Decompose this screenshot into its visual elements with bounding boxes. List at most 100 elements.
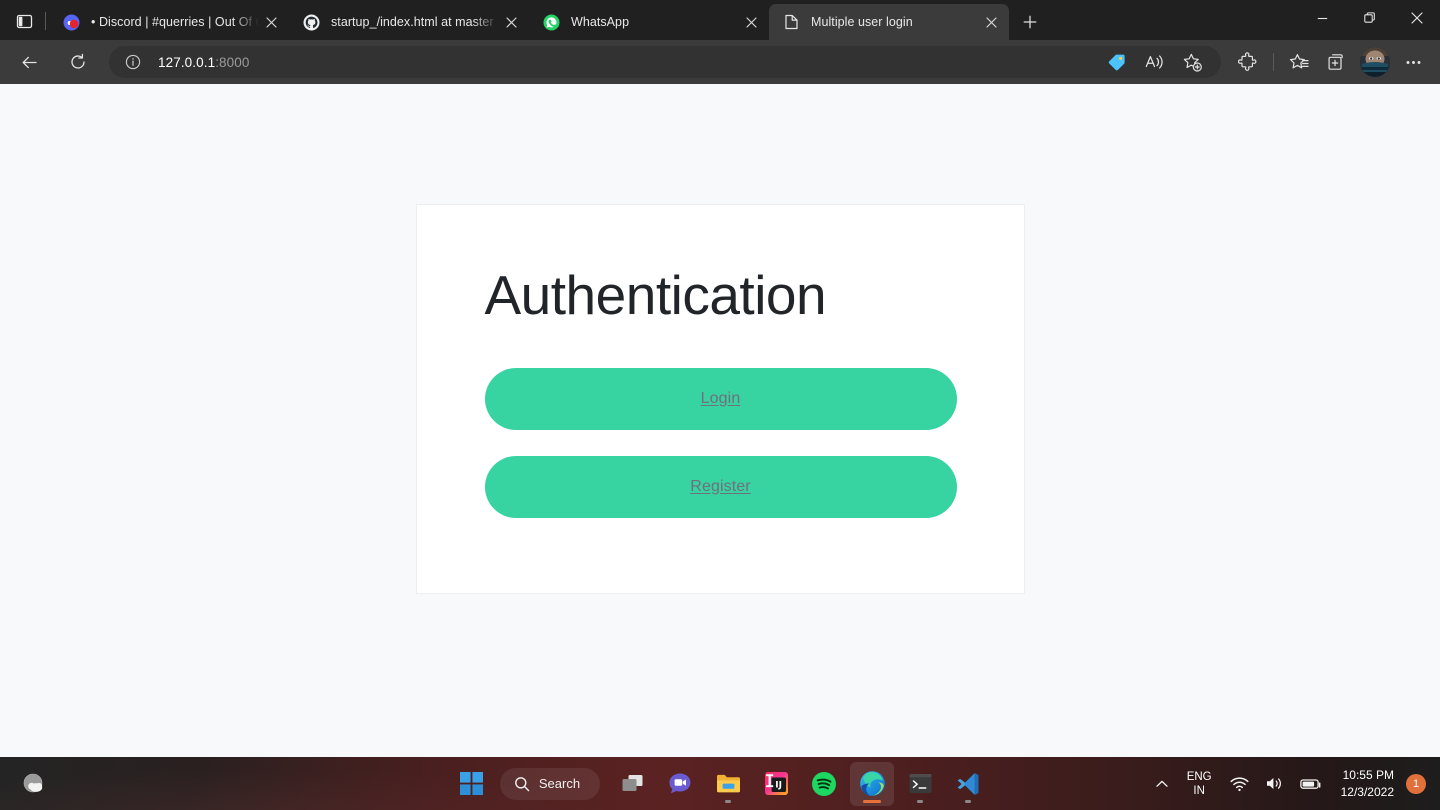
url-port: :8000 [215, 54, 250, 70]
toolbar-divider [1273, 53, 1274, 71]
svg-text:IJ: IJ [775, 780, 782, 790]
close-window-button[interactable] [1393, 0, 1440, 36]
vertical-tabs-icon [16, 14, 32, 28]
taskbar-left [0, 757, 58, 810]
site-info-glyph [125, 54, 141, 70]
clock-button[interactable]: 10:55 PM 12/3/2022 [1331, 764, 1402, 804]
clock-date: 12/3/2022 [1340, 784, 1394, 799]
running-indicator [965, 799, 972, 803]
start-button[interactable] [450, 762, 494, 806]
wifi-icon [1230, 776, 1249, 791]
ellipsis-icon [1406, 60, 1420, 64]
task-view-icon [622, 775, 643, 791]
collections-button[interactable] [1321, 46, 1353, 78]
terminal-icon [909, 774, 932, 793]
info-icon[interactable] [123, 52, 143, 72]
tab-github[interactable]: startup_/index.html at master · D [289, 4, 529, 40]
shopping-tag-button[interactable] [1100, 46, 1132, 78]
favorites-button[interactable] [1283, 46, 1315, 78]
tab-close-button[interactable] [499, 10, 523, 34]
system-tray: ENG IN 10:55 PM 12/3/2022 1 [1148, 757, 1440, 810]
extensions-puzzle-icon [1238, 52, 1257, 71]
close-icon [985, 16, 997, 28]
language-primary: ENG [1186, 770, 1212, 783]
screen: • Discord | #querries | Out Of Co startu… [0, 0, 1440, 810]
address-bar[interactable]: 127.0.0.1:8000 [109, 46, 1221, 78]
shopping-tag-icon [1108, 54, 1125, 70]
page-viewport: Authentication Login Register [0, 84, 1440, 757]
language-indicator[interactable]: ENG IN [1178, 764, 1221, 804]
running-indicator [725, 799, 732, 803]
file-explorer-button[interactable] [706, 762, 750, 806]
chevron-up-icon [1156, 780, 1168, 787]
microsoft-edge-button[interactable] [850, 761, 895, 806]
intellij-idea-button[interactable]: IJ [754, 762, 798, 806]
discord-glyph [63, 14, 80, 30]
show-hidden-icons-button[interactable] [1148, 764, 1176, 804]
tab-strip: • Discord | #querries | Out Of Co startu… [0, 0, 1440, 40]
tab-whatsapp[interactable]: WhatsApp [529, 4, 769, 40]
add-favorite-button[interactable] [1176, 46, 1208, 78]
tab-title: WhatsApp [571, 15, 630, 29]
profile-avatar[interactable] [1360, 47, 1390, 77]
taskbar-search-label: Search [538, 776, 581, 791]
url-host: 127.0.0.1 [158, 54, 216, 70]
page-content: Authentication Login Register [0, 84, 1440, 757]
volume-button[interactable] [1258, 764, 1291, 804]
weather-widget[interactable] [12, 764, 58, 804]
tab-close-button[interactable] [739, 10, 763, 34]
notification-badge[interactable]: 1 [1406, 773, 1426, 794]
tab-title: • Discord | #querries | Out Of Co [91, 15, 259, 29]
register-link-label[interactable]: Register [690, 478, 750, 496]
github-glyph [303, 14, 320, 30]
browser-toolbar: 127.0.0.1:8000 [0, 40, 1440, 84]
chat-button[interactable] [658, 762, 702, 806]
task-view-button[interactable] [610, 762, 654, 806]
login-link-label[interactable]: Login [701, 390, 741, 408]
taskbar-search[interactable]: Search [499, 767, 601, 800]
running-indicator [917, 799, 924, 803]
vscode-button[interactable] [946, 762, 990, 806]
tab-close-button[interactable] [259, 10, 283, 34]
authentication-card: Authentication Login Register [415, 204, 1025, 594]
close-icon [265, 16, 277, 28]
refresh-button[interactable] [62, 46, 94, 78]
browser-window: • Discord | #querries | Out Of Co startu… [0, 0, 1440, 757]
tab-list: • Discord | #querries | Out Of Co startu… [49, 4, 1009, 40]
close-icon [505, 16, 517, 28]
new-tab-button[interactable] [1013, 6, 1047, 38]
clock-block: 10:55 PM 12/3/2022 [1331, 767, 1402, 801]
favorites-list-icon [1289, 53, 1309, 68]
whatsapp-icon [543, 14, 560, 31]
restore-icon [1363, 12, 1375, 23]
tab-discord[interactable]: • Discord | #querries | Out Of Co [49, 4, 289, 40]
tab-title: Multiple user login [811, 15, 913, 29]
settings-and-more-button[interactable] [1397, 46, 1429, 78]
avatar-icon [1360, 47, 1390, 77]
terminal-button[interactable] [898, 762, 942, 806]
volume-icon [1266, 778, 1281, 789]
register-button[interactable]: Register [484, 455, 957, 518]
tab-multiple-user-login[interactable]: Multiple user login [769, 4, 1009, 40]
tab-actions-button[interactable] [6, 4, 42, 38]
battery-button[interactable] [1293, 764, 1329, 804]
extensions-button[interactable] [1232, 46, 1264, 78]
language-secondary: IN [1193, 784, 1205, 797]
window-controls [1299, 0, 1440, 36]
tab-title: startup_/index.html at master · D [331, 15, 499, 29]
spotify-button[interactable] [802, 762, 846, 806]
maximize-restore-button[interactable] [1346, 0, 1393, 36]
read-aloud-button[interactable] [1138, 46, 1170, 78]
address-bar-url: 127.0.0.1:8000 [158, 55, 250, 70]
read-aloud-icon [1145, 55, 1163, 69]
network-button[interactable] [1223, 764, 1256, 804]
spotify-icon [812, 771, 837, 796]
back-button[interactable] [13, 46, 45, 78]
file-explorer-icon [716, 774, 740, 793]
minimize-button[interactable] [1299, 0, 1346, 36]
login-button[interactable]: Login [484, 367, 957, 430]
close-icon [1410, 12, 1423, 24]
github-icon [303, 14, 320, 31]
minimize-icon [1317, 17, 1328, 19]
tab-close-button[interactable] [979, 10, 1003, 34]
